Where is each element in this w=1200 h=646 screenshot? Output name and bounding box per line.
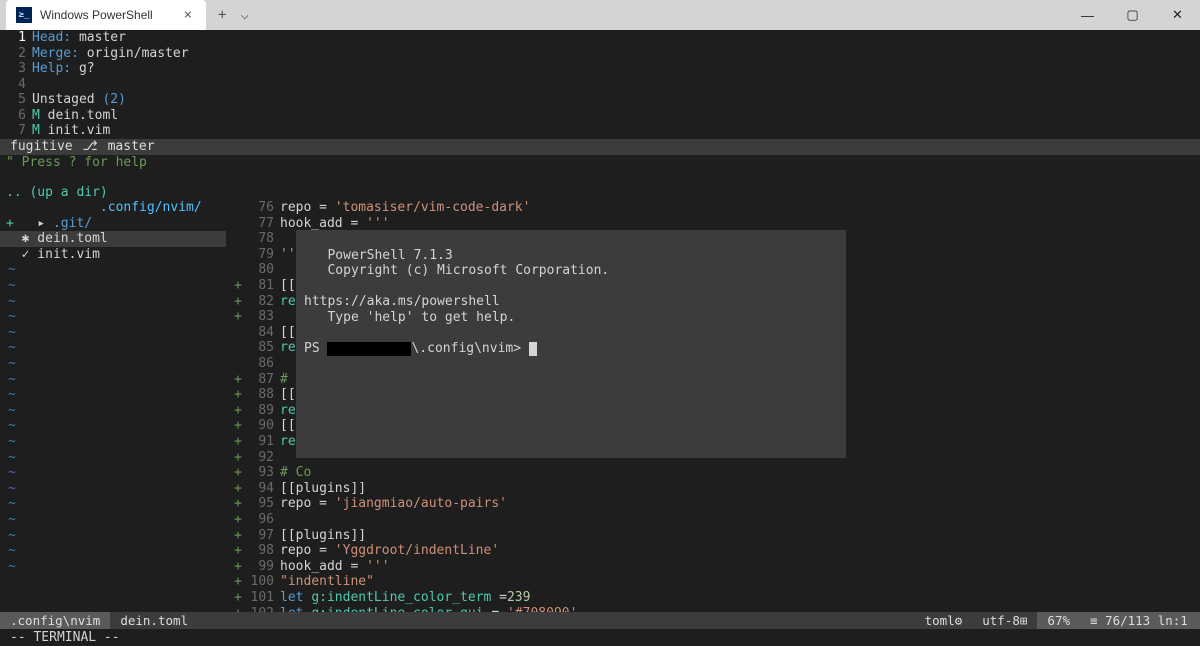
term-line: PowerShell 7.1.3 <box>304 248 453 263</box>
fugitive-line[interactable]: 7M init.vim <box>0 123 1200 139</box>
fugitive-line[interactable]: 4 <box>0 77 1200 93</box>
code-line[interactable]: +97[[plugins]] <box>226 528 1200 544</box>
code-line[interactable]: +94[[plugins]] <box>226 481 1200 497</box>
close-button[interactable]: ✕ <box>1155 0 1200 30</box>
close-tab-icon[interactable]: × <box>180 7 196 23</box>
code-line[interactable]: +99hook_add = ''' <box>226 559 1200 575</box>
code-line[interactable]: +98repo = 'Yggdroot/indentLine' <box>226 543 1200 559</box>
empty-line: ~ <box>0 403 226 419</box>
status-filename: dein.toml <box>110 612 198 629</box>
mode-indicator: -- TERMINAL -- <box>0 629 1200 646</box>
powershell-icon: ≥_ <box>16 7 32 23</box>
term-line: Type 'help' to get help. <box>304 310 515 325</box>
redacted-user-path <box>327 342 411 356</box>
branch-name: master <box>108 139 155 154</box>
empty-line: ~ <box>0 340 226 356</box>
empty-line: ~ <box>0 465 226 481</box>
tab-dropdown-icon[interactable]: ⌵ <box>240 7 248 23</box>
tab-powershell[interactable]: ≥_ Windows PowerShell × <box>6 0 206 30</box>
tree-root-path: .config/nvim/ <box>0 200 226 216</box>
statusline: .config\nvim dein.toml toml ⚙ utf-8 ⊞ 67… <box>0 612 1200 629</box>
code-line[interactable]: +101let g:indentLine_color_term =239 <box>226 590 1200 606</box>
empty-line: ~ <box>0 559 226 575</box>
empty-line: ~ <box>0 356 226 372</box>
cursor <box>529 342 537 356</box>
code-line[interactable]: +102let g:indentLine_color_gui = '#70809… <box>226 606 1200 612</box>
tree-item[interactable]: ✓ init.vim <box>0 247 226 263</box>
code-line[interactable]: +96 <box>226 512 1200 528</box>
fugitive-summary-pane[interactable]: 1Head: master2Merge: origin/master3Help:… <box>0 30 1200 139</box>
fugitive-line[interactable]: 5Unstaged (2) <box>0 92 1200 108</box>
empty-line: ~ <box>0 325 226 341</box>
empty-line: ~ <box>0 278 226 294</box>
empty-line: ~ <box>0 418 226 434</box>
status-ruler: ≡ 76/113 ln:1 <box>1080 612 1200 629</box>
maximize-button[interactable]: ▢ <box>1110 0 1155 30</box>
term-prompt[interactable]: PS \.config\nvim> <box>304 341 537 356</box>
empty-line: ~ <box>0 294 226 310</box>
new-tab-icon[interactable]: + <box>218 7 226 23</box>
code-line[interactable]: +100"indentline" <box>226 574 1200 590</box>
os-icon: ⊞ <box>1020 613 1028 628</box>
term-line: Copyright (c) Microsoft Corporation. <box>304 263 609 278</box>
status-filetype: toml ⚙ <box>915 612 973 629</box>
titlebar: ≥_ Windows PowerShell × + ⌵ — ▢ ✕ <box>0 0 1200 30</box>
fugitive-line[interactable]: 3Help: g? <box>0 61 1200 77</box>
nerdtree-hint: " Press ? for help <box>0 155 1200 170</box>
status-path: .config\nvim <box>0 612 110 629</box>
fugitive-line[interactable]: 2Merge: origin/master <box>0 46 1200 62</box>
minimize-button[interactable]: — <box>1065 0 1110 30</box>
code-line[interactable]: 76repo = 'tomasiser/vim-code-dark' <box>226 200 1200 216</box>
empty-line: ~ <box>0 543 226 559</box>
empty-line: ~ <box>0 434 226 450</box>
empty-line: ~ <box>0 309 226 325</box>
empty-line: ~ <box>0 262 226 278</box>
status-encoding: utf-8 ⊞ <box>972 612 1037 629</box>
empty-line: ~ <box>0 387 226 403</box>
tree-item[interactable]: ✱ dein.toml <box>0 231 226 247</box>
empty-line: ~ <box>0 372 226 388</box>
empty-line: ~ <box>0 512 226 528</box>
fugitive-label: fugitive <box>10 139 73 154</box>
term-line: https://aka.ms/powershell <box>304 294 500 309</box>
empty-line: ~ <box>0 528 226 544</box>
code-line[interactable]: +93# Co <box>226 465 1200 481</box>
empty-line: ~ <box>0 481 226 497</box>
tab-title: Windows PowerShell <box>40 8 172 22</box>
branch-icon: ⎇ <box>83 139 98 154</box>
floating-terminal[interactable]: PowerShell 7.1.3 Copyright (c) Microsoft… <box>296 230 846 458</box>
empty-line: ~ <box>0 450 226 466</box>
fugitive-line[interactable]: 1Head: master <box>0 30 1200 46</box>
gear-icon: ⚙ <box>955 613 963 628</box>
status-percent: 67% <box>1037 612 1080 629</box>
empty-line: ~ <box>0 496 226 512</box>
tree-item[interactable]: + ▸ .git/ <box>0 216 226 232</box>
file-tree-pane[interactable]: .config/nvim/+ ▸ .git/ ✱ dein.toml ✓ ini… <box>0 200 226 612</box>
tab-actions: + ⌵ <box>206 7 261 23</box>
fugitive-line[interactable]: 6M dein.toml <box>0 108 1200 124</box>
tree-up-dir[interactable]: .. (up a dir) <box>0 185 1200 200</box>
fugitive-statusline: fugitive ⎇ master <box>0 139 1200 155</box>
code-line[interactable]: +95repo = 'jiangmiao/auto-pairs' <box>226 496 1200 512</box>
code-line[interactable]: 77hook_add = ''' <box>226 216 1200 232</box>
